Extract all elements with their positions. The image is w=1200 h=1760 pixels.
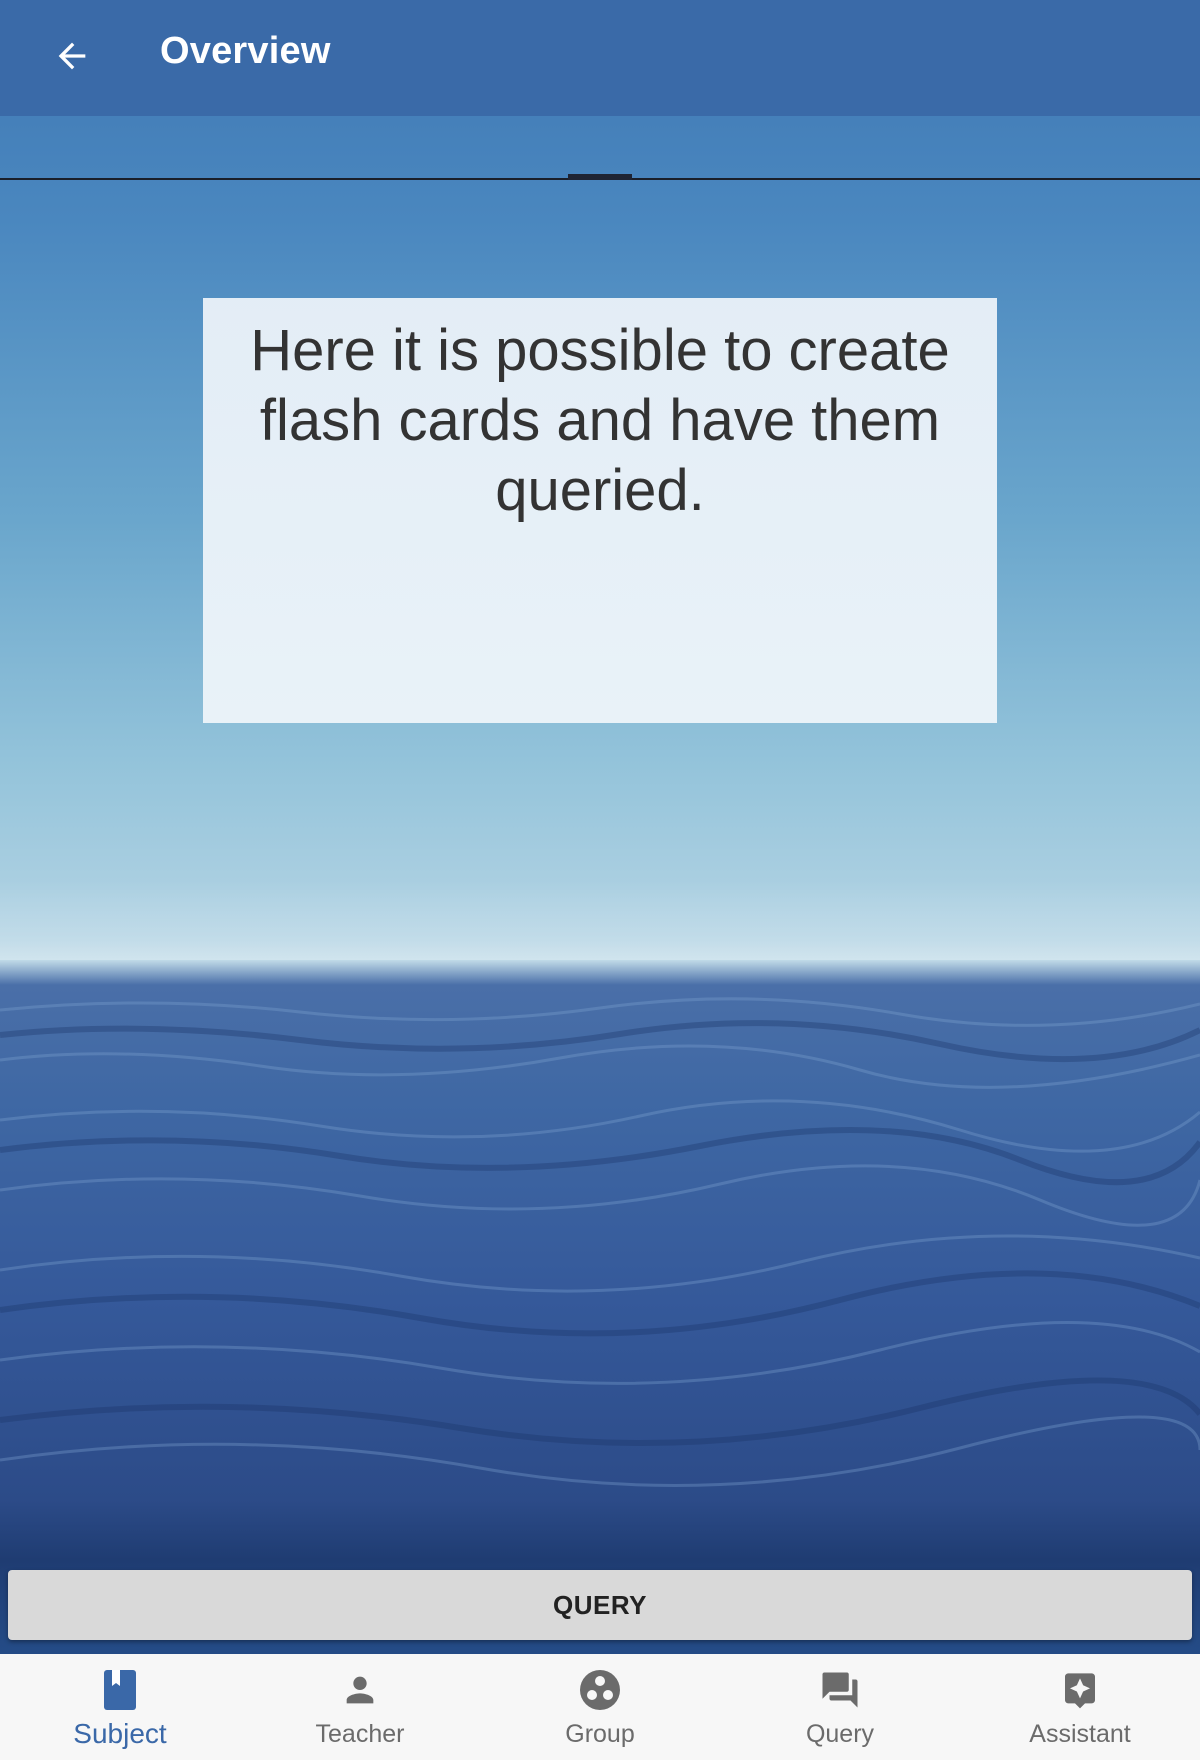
tab-strip [0, 116, 1200, 180]
bottom-navigation: Subject Teacher Group Query Assistant [0, 1654, 1200, 1760]
assistant-icon [1065, 1673, 1095, 1709]
nav-item-subject[interactable]: Subject [0, 1654, 240, 1760]
chat-icon [822, 1672, 858, 1708]
nav-label-assistant: Assistant [1029, 1720, 1131, 1748]
query-button[interactable]: QUERY [8, 1570, 1192, 1640]
nav-label-query: Query [805, 1720, 875, 1748]
person-icon [346, 1676, 374, 1704]
nav-label-subject: Subject [73, 1718, 167, 1749]
back-button[interactable] [44, 28, 100, 84]
arrow-back-icon [58, 42, 86, 70]
page-title: Overview [160, 30, 331, 72]
flash-card: Here it is possible to create flash card… [203, 298, 997, 723]
nav-item-query[interactable]: Query [720, 1654, 960, 1760]
top-app-bar: Overview [0, 0, 1200, 116]
app-root: Overview Here it is possible to create f… [0, 0, 1200, 1760]
tab-indicator[interactable] [568, 174, 632, 180]
flash-card-text: Here it is possible to create flash card… [250, 318, 950, 523]
ocean-background [0, 0, 1200, 1760]
group-icon [580, 1670, 620, 1710]
nav-item-group[interactable]: Group [480, 1654, 720, 1760]
query-button-label: QUERY [553, 1589, 647, 1620]
book-icon [104, 1670, 136, 1710]
nav-item-teacher[interactable]: Teacher [240, 1654, 480, 1760]
nav-item-assistant[interactable]: Assistant [960, 1654, 1200, 1760]
nav-label-group: Group [565, 1720, 635, 1748]
nav-label-teacher: Teacher [315, 1720, 405, 1748]
